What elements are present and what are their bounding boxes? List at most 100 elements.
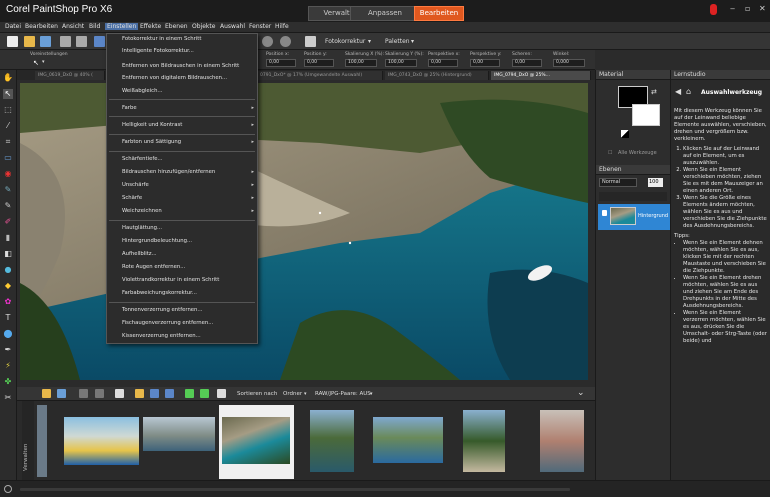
thumbnail-partial[interactable] — [37, 405, 47, 477]
map-icon[interactable] — [165, 389, 174, 398]
back-icon[interactable]: ◀ — [675, 87, 681, 96]
info-icon[interactable] — [115, 389, 124, 398]
blend-mode-select[interactable]: Normal — [599, 178, 637, 187]
doc-tab-0794[interactable]: IMG_0794_DxO @ 25%... — [491, 71, 591, 80]
home-icon[interactable]: ⌂ — [686, 87, 691, 96]
warp-icon[interactable]: ⚡ — [3, 361, 13, 371]
reset-colors-icon[interactable] — [621, 130, 629, 138]
zoom-out-icon[interactable] — [280, 36, 291, 47]
menu-item-aufhellblitz[interactable]: Aufhellblitz... — [122, 251, 157, 257]
menu-item-hautglaettung[interactable]: Hautglättung... — [122, 225, 162, 231]
doc-tab-0619[interactable]: IMG_0619_DxO @ 40% ( — [35, 71, 105, 80]
menu-bild[interactable]: Bild — [89, 23, 100, 30]
tab-anpassen[interactable]: Anpassen — [350, 6, 420, 21]
tag-icon[interactable] — [95, 389, 104, 398]
pick-tool-icon[interactable]: ↖ — [3, 89, 13, 99]
pan-tool-icon[interactable]: ✋ — [3, 73, 13, 83]
compare-icon[interactable] — [217, 389, 226, 398]
menu-objekte[interactable]: Objekte — [192, 23, 215, 30]
folder-dropdown[interactable]: Ordner — [283, 391, 302, 397]
menu-einstellen[interactable]: Einstellen — [105, 23, 139, 30]
eraser-icon[interactable]: ▮ — [3, 233, 13, 243]
paletten-dropdown[interactable]: Paletten — [385, 38, 410, 45]
shear-field[interactable]: 0,00 — [512, 59, 542, 67]
angle-field[interactable]: 0,000 — [553, 59, 585, 67]
menu-item-violettrand[interactable]: Violettrandkorrektur in einem Schritt — [122, 277, 219, 283]
art-media-icon[interactable]: ✂ — [3, 393, 13, 403]
perspective-x-field[interactable]: 0,00 — [428, 59, 458, 67]
thumbnail-cove[interactable] — [373, 417, 443, 463]
visibility-eye-icon[interactable] — [602, 210, 607, 216]
menu-item-helligkeit[interactable]: Helligkeit und Kontrast — [122, 122, 182, 128]
pen-icon[interactable]: ✒ — [3, 345, 13, 355]
perspective-y-field[interactable]: 0,00 — [470, 59, 500, 67]
menu-item-unschaerfe[interactable]: Unschärfe — [122, 182, 149, 188]
maximize-icon[interactable]: ▫ — [745, 4, 750, 13]
menu-hilfe[interactable]: Hilfe — [275, 23, 289, 30]
menu-item-rauschen-digital[interactable]: Entfernen von digitalem Bildrauschen... — [122, 75, 227, 81]
fill-icon[interactable]: ◆ — [3, 281, 13, 291]
scale-y-field[interactable]: 100,00 — [385, 59, 417, 67]
menu-item-farbabweichung[interactable]: Farbabweichungskorrektur... — [122, 290, 197, 296]
thumbnail-town[interactable] — [143, 417, 215, 451]
red-eye-icon[interactable]: ◉ — [3, 169, 13, 179]
menu-item-kissenverzerrung[interactable]: Kissenverzerrung entfernen... — [122, 333, 201, 339]
gradient-icon[interactable]: ◧ — [3, 249, 13, 259]
thumbnail-coast[interactable] — [222, 417, 290, 464]
shape-icon[interactable]: ⬤ — [3, 329, 13, 339]
straighten-icon[interactable]: ▭ — [3, 153, 13, 163]
share-icon[interactable] — [150, 389, 159, 398]
capture-icon[interactable] — [135, 389, 144, 398]
all-tools-checkbox[interactable]: ☐ — [608, 150, 612, 156]
horizontal-scrollbar[interactable] — [20, 488, 570, 491]
rotate-right-icon[interactable] — [200, 389, 209, 398]
menu-item-farbe[interactable]: Farbe — [122, 105, 137, 111]
layer-row-background[interactable]: Hintergrund — [598, 204, 670, 230]
user-icon[interactable] — [710, 4, 717, 15]
picture-tube-icon[interactable]: ✤ — [3, 377, 13, 387]
menu-item-schaerfentiefe[interactable]: Schärfentiefe... — [122, 156, 163, 162]
selection-tool-icon[interactable]: ⬚ — [3, 105, 13, 115]
thumbnail-portrait[interactable] — [540, 410, 584, 472]
brush-icon[interactable]: ✐ — [3, 217, 13, 227]
menu-item-schaerfe[interactable]: Schärfe — [122, 195, 142, 201]
menu-ansicht[interactable]: Ansicht — [62, 23, 84, 30]
text-tool-icon[interactable]: T — [3, 313, 13, 323]
menu-item-hintergrundbeleuchtung[interactable]: Hintergrundbeleuchtung... — [122, 238, 192, 244]
position-y-field[interactable]: 0,00 — [304, 59, 334, 67]
menu-fenster[interactable]: Fenster — [249, 23, 271, 30]
menu-bearbeiten[interactable]: Bearbeiten — [25, 23, 58, 30]
background-color-swatch[interactable] — [632, 104, 660, 126]
menu-item-weichzeichnen[interactable]: Weichzeichnen — [122, 208, 162, 214]
save-icon[interactable] — [60, 36, 71, 47]
swap-colors-icon[interactable]: ⇄ — [651, 88, 657, 96]
menu-item-rauschen-einschritt[interactable]: Entfernen von Bildrauschen in einem Schr… — [122, 63, 239, 69]
sort-label[interactable]: Sortieren nach — [237, 391, 277, 397]
rotate-left-icon[interactable] — [185, 389, 194, 398]
collapse-icon[interactable]: ⌄ — [577, 388, 585, 398]
thumbnail-boat[interactable] — [64, 417, 139, 465]
menu-item-bildrauschen[interactable]: Bildrauschen hinzufügen/entfernen — [122, 169, 215, 175]
doc-tab-0743[interactable]: IMG_0743_DxO @ 25% (Hintergrund) — [385, 71, 489, 80]
raw-jpg-pairs[interactable]: RAW/JPG-Paare: AUS — [315, 391, 371, 397]
edit-icon[interactable] — [79, 389, 88, 398]
color-replace-icon[interactable]: ✿ — [3, 297, 13, 307]
menu-item-tonnenverzerrung[interactable]: Tonnenverzerrung entfernen... — [122, 307, 202, 313]
menu-item-fotokorrektur[interactable]: Fotokorrektur in einem Schritt — [122, 36, 201, 42]
print-icon[interactable] — [76, 36, 87, 47]
menu-effekte[interactable]: Effekte — [140, 23, 161, 30]
menu-auswahl[interactable]: Auswahl — [220, 23, 245, 30]
tab-bearbeiten[interactable]: Bearbeiten — [414, 6, 464, 21]
menu-item-farbton[interactable]: Farbton und Sättigung — [122, 139, 181, 145]
zoom-in-icon[interactable] — [262, 36, 273, 47]
thumbnail-bay[interactable] — [310, 410, 354, 472]
dodge-icon[interactable]: ● — [3, 265, 13, 275]
menu-item-fischauge[interactable]: Fischaugenverzerrung entfernen... — [122, 320, 213, 326]
clone-icon[interactable]: ✎ — [3, 201, 13, 211]
share-icon[interactable] — [94, 36, 105, 47]
pick-tool-icon[interactable]: ↖ — [33, 59, 39, 67]
adjust-icon[interactable] — [305, 36, 316, 47]
organizer-side-tab[interactable]: Verwalten — [22, 401, 34, 480]
browse-icon[interactable] — [40, 36, 51, 47]
opacity-field[interactable]: 100 — [648, 178, 663, 187]
